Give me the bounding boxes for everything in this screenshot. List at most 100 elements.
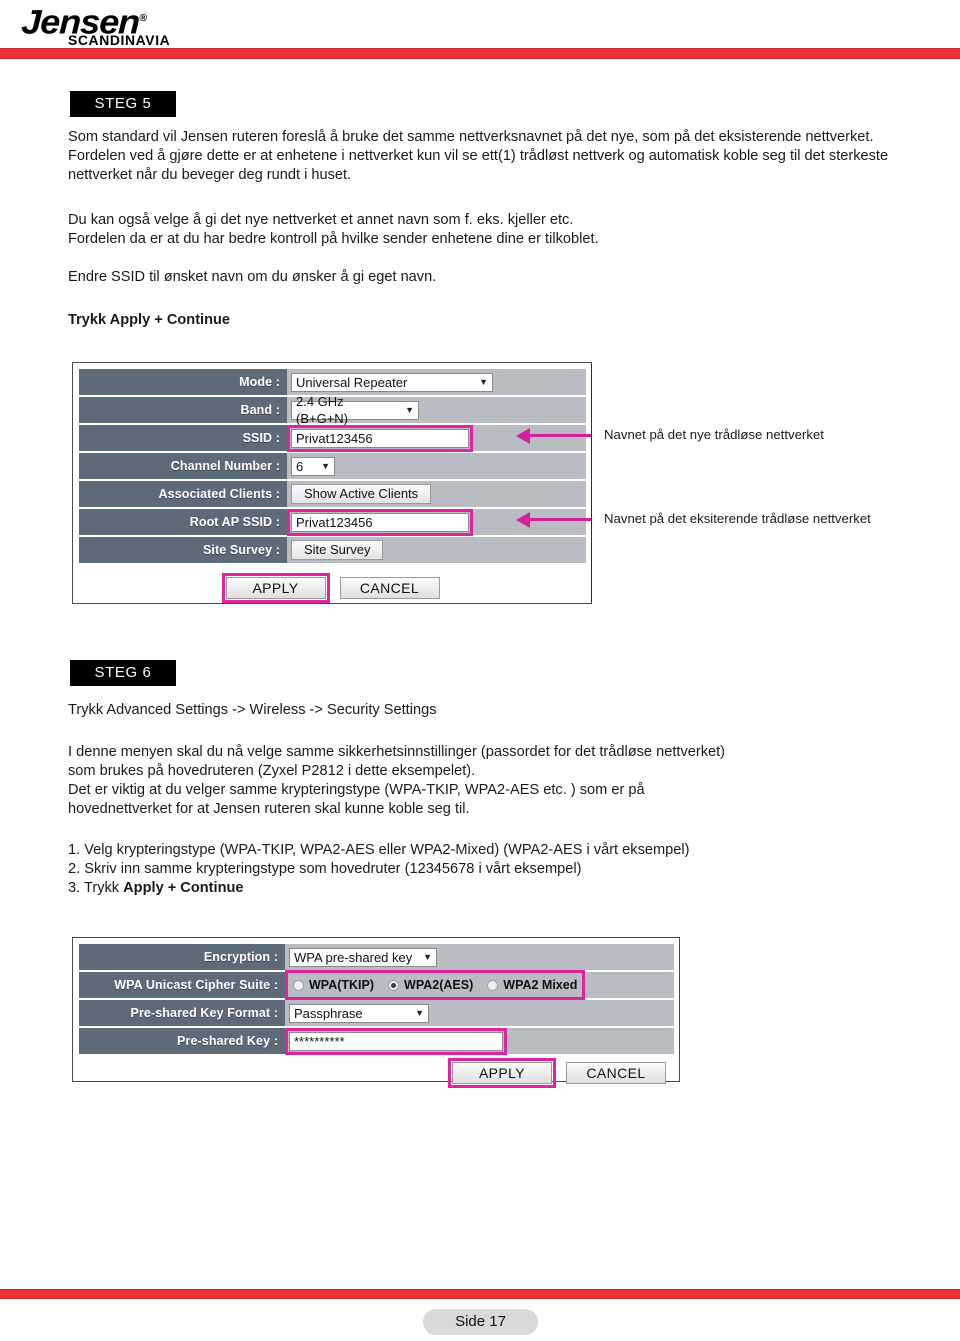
table-row: Root AP SSID : Privat123456 xyxy=(79,508,586,536)
mode-select[interactable]: Universal Repeater ▼ xyxy=(291,372,493,392)
table-row: Mode : Universal Repeater ▼ xyxy=(79,369,586,395)
brand-logo-subtitle: SCANDINAVIA xyxy=(68,33,171,49)
site-survey-button[interactable]: Site Survey xyxy=(291,540,384,560)
radio-button-icon xyxy=(487,979,499,991)
callout-label: Navnet på det nye trådløse nettverket xyxy=(604,427,824,442)
step5-paragraph-1: Som standard vil Jensen ruteren foreslå … xyxy=(68,129,889,183)
row-label-associated-clients: Associated Clients : xyxy=(79,481,287,507)
step6-paragraph-2-line2: som brukes på hovedruteren (Zyxel P2812 … xyxy=(68,763,476,779)
radio-wpa2-mixed[interactable]: WPA2 Mixed xyxy=(487,978,577,992)
row-label-band: Band : xyxy=(79,397,287,423)
radio-wpa-tkip-label: WPA(TKIP) xyxy=(309,978,375,992)
pre-shared-key-input[interactable]: ********** xyxy=(285,1027,507,1055)
step5-paragraph-2-line1: Du kan også velge å gi det nye nettverke… xyxy=(68,212,574,228)
step5-action-text: Trykk Apply + Continue xyxy=(68,312,231,328)
table-row: Site Survey : Site Survey xyxy=(79,537,586,563)
step6-list-item-3-action: Apply + Continue xyxy=(123,880,244,896)
pre-shared-key-input-value: ********** xyxy=(294,1033,345,1049)
row-label-channel-number: Channel Number : xyxy=(79,453,287,479)
ssid-input[interactable]: Privat123456 xyxy=(287,424,473,452)
band-select[interactable]: 2.4 GHz (B+G+N) ▼ xyxy=(291,394,419,426)
callout-line xyxy=(530,518,591,521)
row-label-pre-shared-key-format: Pre-shared Key Format : xyxy=(79,1000,285,1026)
panel-right-border xyxy=(591,364,592,602)
radio-wpa-tkip[interactable]: WPA(TKIP) xyxy=(293,978,374,992)
brand-logo: Jensen® SCANDINAVIA xyxy=(21,3,222,48)
row-value-channel-number: 6 ▼ xyxy=(287,453,586,479)
chevron-down-icon: ▼ xyxy=(423,951,432,962)
step6-list-item-3: 3. Trykk Apply + Continue xyxy=(68,879,948,898)
router-config-panel-wireless: Mode : Universal Repeater ▼ Band : 2.4 G… xyxy=(72,362,592,604)
step6-list-item-3-prefix: 3. Trykk xyxy=(68,880,124,896)
row-label-encryption: Encryption : xyxy=(79,944,285,970)
step5-paragraph-3: Endre SSID til ønsket navn om du ønsker … xyxy=(68,269,437,285)
root-ap-ssid-input-value: Privat123456 xyxy=(296,514,373,530)
step6-list-item-1: 1. Velg krypteringstype (WPA-TKIP, WPA2-… xyxy=(68,842,690,858)
callout-label: Navnet på det eksiterende trådløse nettv… xyxy=(604,511,871,526)
row-label-site-survey: Site Survey : xyxy=(79,537,287,563)
root-ap-ssid-input[interactable]: Privat123456 xyxy=(287,508,473,536)
header-divider-rule xyxy=(0,48,960,59)
footer-divider-rule xyxy=(0,1289,960,1299)
callout-arrow-icon xyxy=(516,512,530,528)
panel-footer-actions: APPLY CANCEL xyxy=(79,565,586,603)
chevron-down-icon: ▼ xyxy=(321,460,330,471)
radio-wpa2-mixed-label: WPA2 Mixed xyxy=(503,978,578,992)
row-label-pre-shared-key: Pre-shared Key : xyxy=(79,1028,285,1054)
row-value-band: 2.4 GHz (B+G+N) ▼ xyxy=(287,394,586,426)
step6-paragraph-2-line3: Det er viktig at du velger samme krypter… xyxy=(68,782,645,798)
row-value-wpa-unicast-cipher-suite: WPA(TKIP) WPA2(AES) WPA2 Mixed xyxy=(285,970,674,1000)
radio-button-icon xyxy=(293,979,304,991)
step6-list-item-2: 2. Skriv inn samme krypteringstype som h… xyxy=(68,861,582,877)
brand-logo-wordmark: Jensen® xyxy=(21,3,234,41)
row-label-ssid: SSID : xyxy=(79,425,287,451)
channel-number-select-value: 6 xyxy=(296,458,304,474)
table-row: Pre-shared Key Format : Passphrase ▼ xyxy=(79,1000,674,1026)
ssid-input-value: Privat123456 xyxy=(296,430,373,446)
apply-button[interactable]: APPLY xyxy=(221,573,330,603)
radio-button-selected-icon xyxy=(388,979,400,991)
pre-shared-key-format-select[interactable]: Passphrase ▼ xyxy=(289,1003,429,1023)
row-value-pre-shared-key: ********** xyxy=(285,1027,674,1055)
radio-wpa2-aes-label: WPA2(AES) xyxy=(404,978,474,992)
table-row: Channel Number : 6 ▼ xyxy=(79,453,586,479)
row-label-mode: Mode : xyxy=(79,369,287,395)
table-row: WPA Unicast Cipher Suite : WPA(TKIP) WPA… xyxy=(79,970,674,1000)
chevron-down-icon: ▼ xyxy=(405,404,414,415)
row-label-wpa-unicast-cipher-suite: WPA Unicast Cipher Suite : xyxy=(79,972,285,998)
row-label-root-ap-ssid: Root AP SSID : xyxy=(79,509,287,535)
encryption-select-value: WPA pre-shared key xyxy=(294,949,413,965)
table-row: Encryption : WPA pre-shared key ▼ xyxy=(79,944,674,970)
table-row: Band : 2.4 GHz (B+G+N) ▼ xyxy=(79,394,586,426)
chevron-down-icon: ▼ xyxy=(415,1007,424,1018)
show-active-clients-button[interactable]: Show Active Clients xyxy=(291,484,432,504)
channel-number-select[interactable]: 6 ▼ xyxy=(291,456,335,476)
table-row: Pre-shared Key : ********** xyxy=(79,1027,674,1055)
pre-shared-key-format-value: Passphrase xyxy=(294,1005,363,1021)
callout-line xyxy=(530,434,591,437)
radio-wpa2-aes[interactable]: WPA2(AES) xyxy=(388,978,473,992)
table-row: Associated Clients : Show Active Clients xyxy=(79,481,586,507)
step5-paragraph-2-line2: Fordelen da er at du har bedre kontroll … xyxy=(68,231,599,247)
row-value-associated-clients: Show Active Clients xyxy=(287,481,586,507)
cancel-button[interactable]: CANCEL xyxy=(339,577,440,599)
row-value-mode: Universal Repeater ▼ xyxy=(287,369,586,395)
encryption-select[interactable]: WPA pre-shared key ▼ xyxy=(289,947,437,967)
mode-select-value: Universal Repeater xyxy=(296,374,408,390)
table-row: SSID : Privat123456 xyxy=(79,424,586,452)
cancel-button[interactable]: CANCEL xyxy=(566,1062,666,1084)
registered-trademark-icon: ® xyxy=(139,13,147,24)
row-value-site-survey: Site Survey xyxy=(287,537,586,563)
apply-button[interactable]: APPLY xyxy=(448,1058,556,1088)
step6-paragraph-2-line1: I denne menyen skal du nå velge samme si… xyxy=(68,744,726,760)
step6-paragraph-2-line4: hovednettverket for at Jensen ruteren sk… xyxy=(68,801,470,817)
step-badge-6: STEG 6 xyxy=(70,660,176,686)
row-value-pre-shared-key-format: Passphrase ▼ xyxy=(285,1000,674,1026)
step6-paragraph-1: Trykk Advanced Settings -> Wireless -> S… xyxy=(68,702,437,718)
cipher-suite-radio-group: WPA(TKIP) WPA2(AES) WPA2 Mixed xyxy=(285,970,585,1000)
row-value-ssid: Privat123456 xyxy=(287,424,586,452)
callout-arrow-icon xyxy=(516,428,530,444)
step-badge-5: STEG 5 xyxy=(70,91,176,117)
row-value-encryption: WPA pre-shared key ▼ xyxy=(285,944,674,970)
panel-footer-actions: APPLY CANCEL xyxy=(79,1056,674,1088)
